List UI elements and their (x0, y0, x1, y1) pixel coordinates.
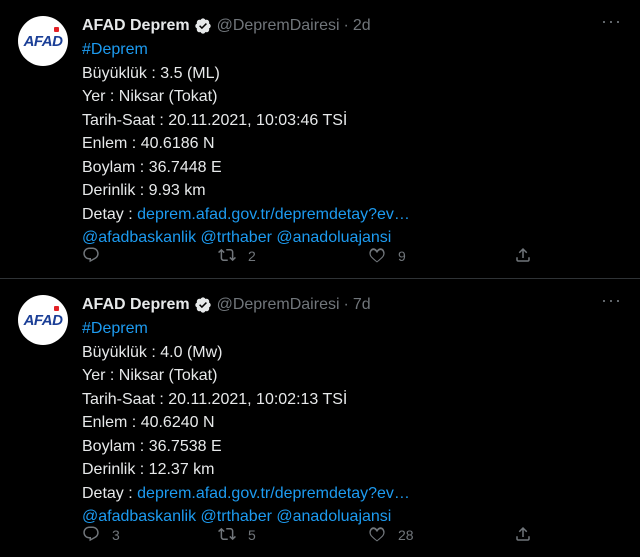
magnitude-line: Büyüklük : 4.0 (Mw) (82, 343, 223, 361)
hashtag-link[interactable]: #Deprem (82, 38, 624, 62)
tweet-actions: 2 9 (82, 246, 532, 266)
author-name[interactable]: AFAD Deprem (82, 296, 190, 314)
depth-line: Derinlik : 12.37 km (82, 461, 215, 478)
magnitude-line: Büyüklük : 3.5 (ML) (82, 64, 220, 82)
author-handle[interactable]: @DepremDairesi (217, 296, 340, 314)
reply-button[interactable] (82, 246, 218, 267)
depth-line: Derinlik : 9.93 km (82, 182, 206, 199)
share-icon (514, 246, 532, 267)
retweet-button[interactable]: 5 (218, 525, 368, 546)
reply-button[interactable]: 3 (82, 525, 218, 546)
detail-link[interactable]: deprem.afad.gov.tr/depremdetay?ev… (137, 485, 410, 502)
avatar[interactable]: AFAD (18, 295, 68, 345)
logo-accent (54, 27, 59, 32)
avatar-logo-text: AFAD (23, 311, 63, 329)
like-button[interactable]: 9 (368, 246, 514, 267)
author-name[interactable]: AFAD Deprem (82, 17, 190, 35)
reply-icon (82, 525, 100, 546)
like-button[interactable]: 28 (368, 525, 514, 546)
like-count: 9 (398, 248, 406, 264)
latitude-line: Enlem : 40.6186 N (82, 135, 215, 152)
logo-accent (54, 306, 59, 311)
longitude-line: Boylam : 36.7538 E (82, 437, 222, 455)
avatar-logo-text: AFAD (23, 32, 63, 50)
detail-line: Detay : deprem.afad.gov.tr/depremdetay?e… (82, 482, 624, 506)
separator: · (343, 296, 349, 313)
detail-link[interactable]: deprem.afad.gov.tr/depremdetay?ev… (137, 206, 410, 223)
tweet-timestamp[interactable]: 7d (353, 296, 371, 314)
latitude-line: Enlem : 40.6240 N (82, 414, 215, 431)
tweet-text: #Deprem Büyüklük : 4.0 (Mw) Yer : Niksar… (82, 317, 624, 529)
reply-count: 3 (112, 527, 120, 543)
location-line: Yer : Niksar (Tokat) (82, 367, 218, 384)
like-icon (368, 525, 386, 546)
share-button[interactable] (514, 246, 532, 267)
avatar[interactable]: AFAD (18, 16, 68, 66)
tweet-body: AFAD Deprem @DepremDairesi · 7d #Deprem … (82, 293, 624, 529)
hashtag-link[interactable]: #Deprem (82, 317, 624, 341)
retweet-icon (218, 525, 236, 546)
detail-label: Detay : (82, 205, 138, 223)
datetime-line: Tarih-Saat : 20.11.2021, 10:03:46 TSİ (82, 111, 348, 129)
tweet-body: AFAD Deprem @DepremDairesi · 2d #Deprem … (82, 14, 624, 250)
tweet-header: AFAD Deprem @DepremDairesi · 2d (82, 14, 624, 38)
tweet-text: #Deprem Büyüklük : 3.5 (ML) Yer : Niksar… (82, 38, 624, 250)
detail-line: Detay : deprem.afad.gov.tr/depremdetay?e… (82, 203, 624, 227)
verified-badge-icon (194, 296, 212, 314)
like-count: 28 (398, 527, 414, 543)
tweet-timestamp[interactable]: 2d (353, 17, 371, 35)
tweet-feed: AFAD ··· AFAD Deprem @DepremDairesi · 2d… (0, 0, 640, 557)
retweet-count: 5 (248, 527, 256, 543)
longitude-line: Boylam : 36.7448 E (82, 158, 222, 176)
retweet-button[interactable]: 2 (218, 246, 368, 267)
retweet-icon (218, 246, 236, 267)
reply-icon (82, 246, 100, 267)
verified-badge-icon (194, 17, 212, 35)
tweet[interactable]: AFAD ··· AFAD Deprem @DepremDairesi · 7d… (0, 279, 640, 557)
location-line: Yer : Niksar (Tokat) (82, 88, 218, 105)
share-button[interactable] (514, 525, 532, 546)
tweet-header: AFAD Deprem @DepremDairesi · 7d (82, 293, 624, 317)
tweet-actions: 3 5 28 (82, 525, 532, 545)
datetime-line: Tarih-Saat : 20.11.2021, 10:02:13 TSİ (82, 390, 348, 408)
detail-label: Detay : (82, 484, 138, 502)
separator: · (343, 17, 349, 34)
tweet[interactable]: AFAD ··· AFAD Deprem @DepremDairesi · 2d… (0, 0, 640, 279)
author-handle[interactable]: @DepremDairesi (217, 17, 340, 35)
like-icon (368, 246, 386, 267)
share-icon (514, 525, 532, 546)
retweet-count: 2 (248, 248, 256, 264)
